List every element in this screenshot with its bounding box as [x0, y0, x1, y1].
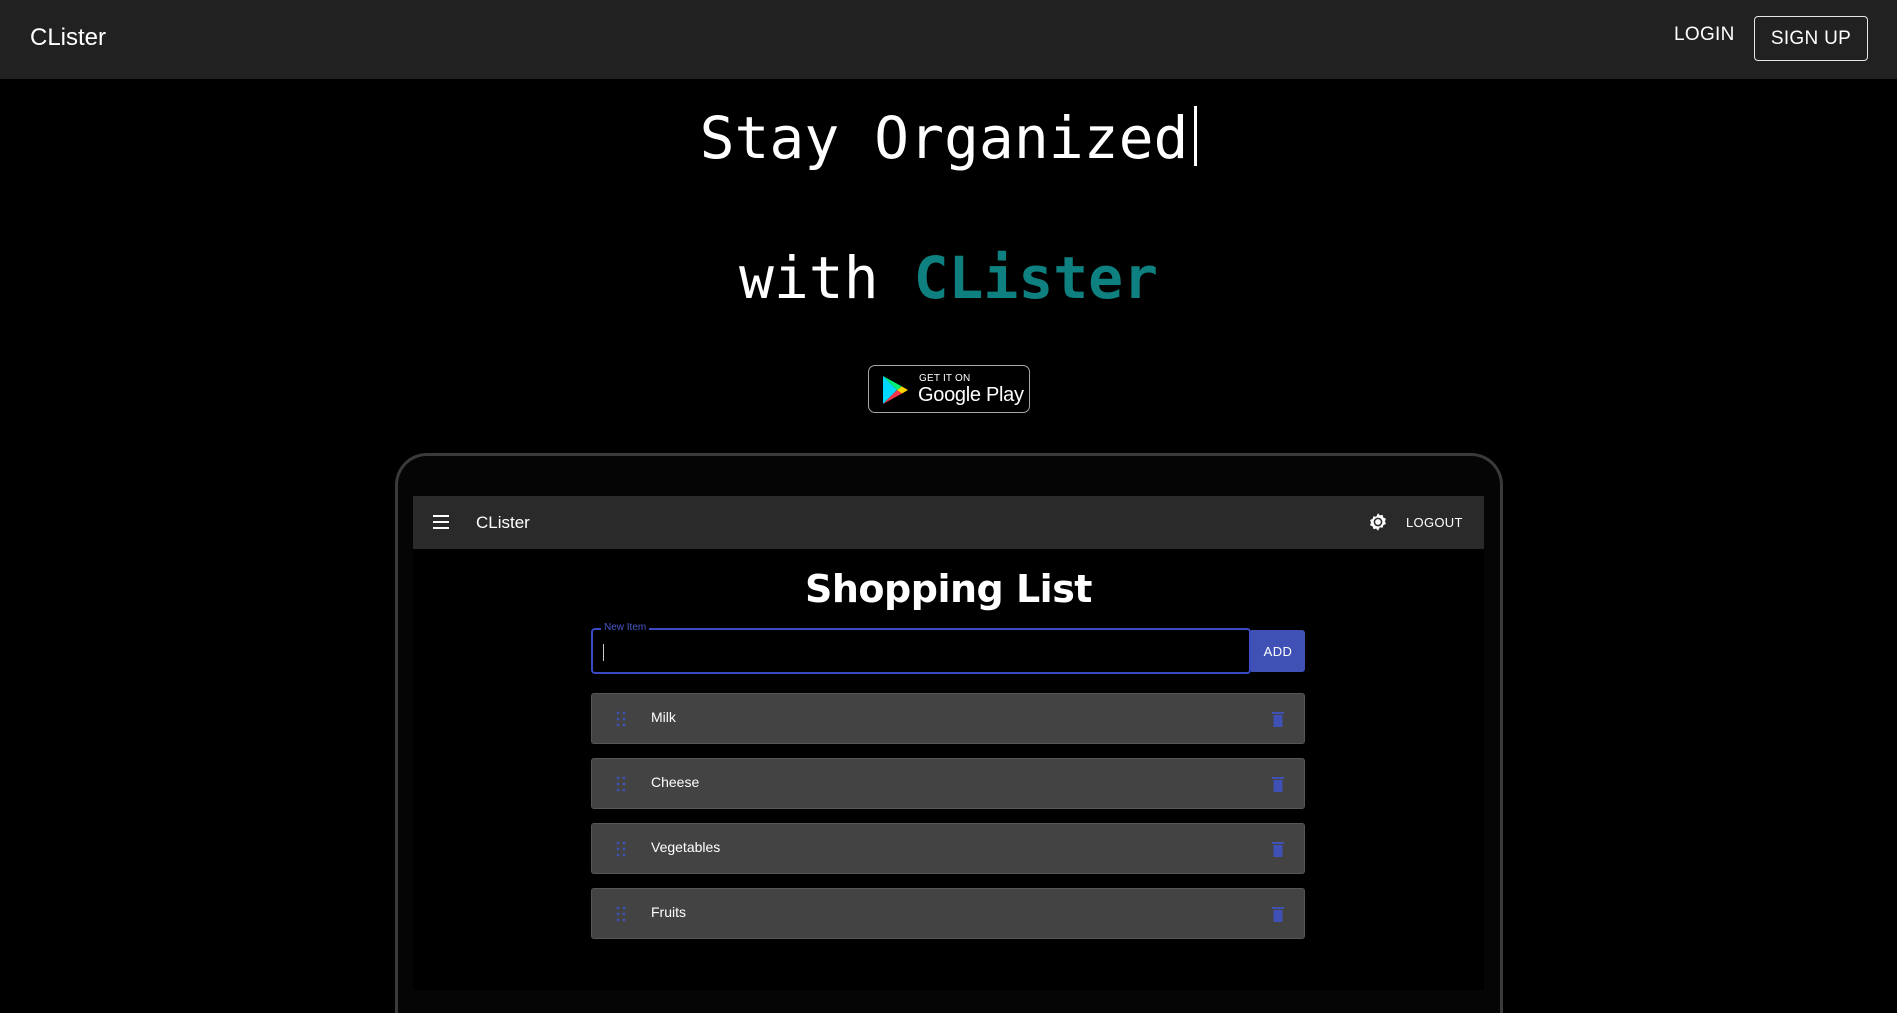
badge-main-text: Google Play — [918, 384, 1024, 406]
drag-handle-icon[interactable] — [616, 906, 626, 922]
app-title: CLister — [476, 513, 530, 532]
new-item-field[interactable]: New Item — [591, 622, 1251, 674]
app-bar: CLister LOGOUT — [413, 496, 1484, 549]
text-caret — [603, 644, 604, 661]
drag-handle-icon[interactable] — [616, 711, 626, 727]
list-item[interactable]: Fruits — [591, 888, 1305, 939]
list-item-label: Fruits — [651, 904, 686, 920]
hero-brand-accent: CLister — [913, 244, 1159, 312]
login-button[interactable]: LOGIN — [1674, 24, 1735, 46]
logout-button[interactable]: LOGOUT — [1406, 515, 1463, 530]
list-item-label: Cheese — [651, 774, 700, 790]
badge-top-text: GET IT ON — [919, 373, 971, 384]
top-navbar: CLister LOGIN SIGN UP — [0, 0, 1897, 79]
add-button[interactable]: ADD — [1251, 630, 1305, 672]
trash-icon[interactable] — [1272, 711, 1284, 727]
hero-headline: Stay Organized — [0, 104, 1897, 172]
google-play-icon — [883, 376, 908, 404]
trash-icon[interactable] — [1272, 906, 1284, 922]
new-item-input[interactable] — [603, 638, 1227, 666]
list-item[interactable]: Cheese — [591, 758, 1305, 809]
signup-button[interactable]: SIGN UP — [1754, 16, 1868, 61]
typing-cursor — [1194, 106, 1198, 166]
google-play-badge[interactable]: GET IT ON Google Play — [868, 365, 1030, 413]
trash-icon[interactable] — [1272, 841, 1284, 857]
hero-headline-text: Stay Organized — [699, 104, 1189, 172]
hero-subheadline-prefix: with — [738, 244, 914, 312]
trash-icon[interactable] — [1272, 776, 1284, 792]
hero-subheadline: with CLister — [0, 244, 1897, 312]
brand-logo[interactable]: CLister — [30, 24, 106, 52]
menu-icon[interactable] — [433, 515, 449, 529]
list-title: Shopping List — [805, 567, 1092, 611]
list-item[interactable]: Milk — [591, 693, 1305, 744]
list-item[interactable]: Vegetables — [591, 823, 1305, 874]
app-preview-screen: CLister LOGOUT Shopping List New Item AD… — [413, 496, 1484, 990]
list-item-label: Milk — [651, 709, 676, 725]
list-item-label: Vegetables — [651, 839, 721, 855]
drag-handle-icon[interactable] — [616, 841, 626, 857]
gear-icon[interactable] — [1368, 512, 1388, 532]
drag-handle-icon[interactable] — [616, 776, 626, 792]
new-item-label: New Item — [601, 622, 650, 633]
